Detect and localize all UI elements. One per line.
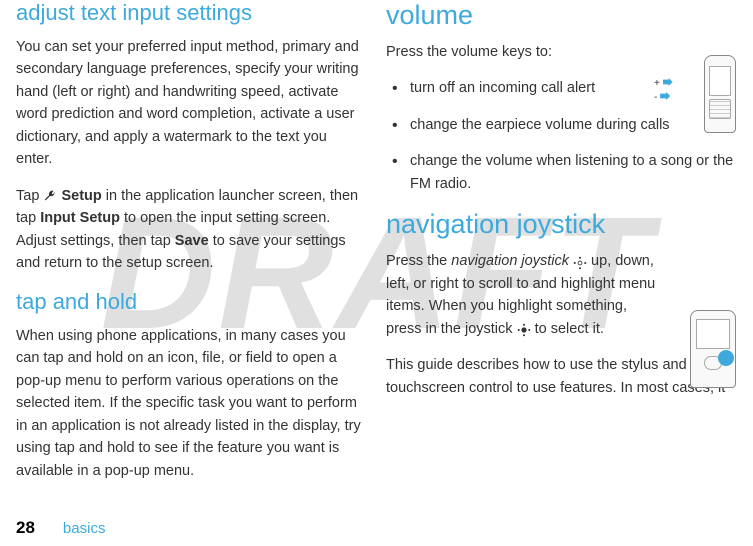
page-number: 28 xyxy=(16,518,35,537)
heading-adjust-text-input: adjust text input settings xyxy=(16,0,366,26)
text-fragment: Press the xyxy=(386,253,451,269)
wrench-icon xyxy=(43,188,57,202)
phone-body-icon xyxy=(690,310,736,388)
phone-volume-illustration: + - xyxy=(676,55,736,145)
page-footer: 28 basics xyxy=(16,518,105,538)
phone-screen-icon xyxy=(709,66,731,96)
heading-tap-and-hold: tap and hold xyxy=(16,289,366,315)
plus-label: + xyxy=(654,78,660,89)
para-setup-instructions: Tap Setup in the application launcher sc… xyxy=(16,185,366,275)
phone-screen-icon xyxy=(696,319,730,349)
page-columns: adjust text input settings You can set y… xyxy=(0,0,753,496)
left-column: adjust text input settings You can set y… xyxy=(16,0,366,496)
phone-joystick-illustration xyxy=(676,310,736,400)
minus-label: - xyxy=(654,92,657,103)
input-setup-label: Input Setup xyxy=(40,210,120,226)
footer-section-label: basics xyxy=(63,520,106,537)
joystick-highlight-icon xyxy=(718,350,734,366)
save-label: Save xyxy=(175,233,209,249)
volume-plus-minus-labels: + - xyxy=(654,77,673,105)
arrow-right-icon xyxy=(663,78,673,86)
para-tap-hold: When using phone applications, in many c… xyxy=(16,325,366,482)
joystick-pad-icon xyxy=(696,352,730,374)
text-fragment: Tap xyxy=(16,188,43,204)
text-fragment: to select it. xyxy=(531,321,604,337)
arrow-right-icon xyxy=(660,92,670,100)
heading-volume: volume xyxy=(386,0,736,31)
nav-directional-icon xyxy=(573,255,587,269)
list-item: change the volume when listening to a so… xyxy=(410,150,736,195)
nav-center-press-icon xyxy=(517,322,531,336)
setup-label: Setup xyxy=(61,188,101,204)
phone-keypad-icon xyxy=(709,99,731,119)
heading-navigation-joystick: navigation joystick xyxy=(386,209,736,240)
nav-joystick-term: navigation joystick xyxy=(451,253,569,269)
phone-body-icon xyxy=(704,55,736,133)
para-adjust-text: You can set your preferred input method,… xyxy=(16,36,366,171)
right-column: volume Press the volume keys to: turn of… xyxy=(386,0,736,496)
